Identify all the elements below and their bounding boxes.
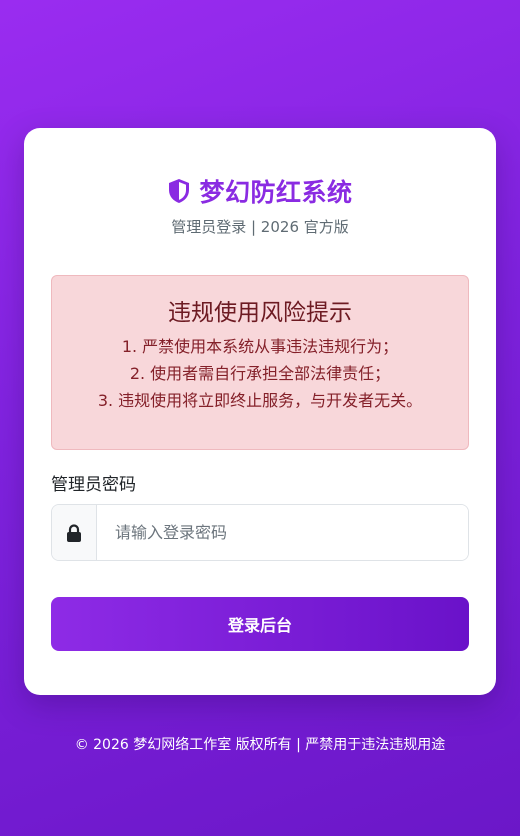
password-input-group [51, 504, 469, 561]
alert-body: 1. 严禁使用本系统从事违法违规行为； 2. 使用者需自行承担全部法律责任； 3… [52, 333, 468, 414]
alert-title: 违规使用风险提示 [168, 300, 352, 326]
login-button[interactable]: 登录后台 [51, 597, 469, 651]
app-title: 梦幻防红系统 [199, 178, 353, 207]
password-label: 管理员密码 [51, 475, 136, 495]
shield-icon [167, 178, 191, 204]
password-input[interactable] [97, 505, 468, 560]
alert-line: 3. 违规使用将立即终止服务，与开发者无关。 [97, 391, 423, 410]
brand-header: 梦幻防红系统 [24, 173, 496, 209]
risk-warning-alert: 违规使用风险提示 1. 严禁使用本系统从事违法违规行为； 2. 使用者需自行承担… [51, 275, 469, 450]
page-subtitle: 管理员登录 | 2026 官方版 [171, 218, 349, 236]
alert-line: 2. 使用者需自行承担全部法律责任； [129, 364, 391, 383]
login-card: 梦幻防红系统 管理员登录 | 2026 官方版 违规使用风险提示 1. 严禁使用… [24, 128, 496, 695]
lock-icon [52, 505, 97, 560]
alert-line: 1. 严禁使用本系统从事违法违规行为； [121, 337, 399, 356]
footer-copyright: © 2026 梦幻网络工作室 版权所有 | 严禁用于违法违规用途 [74, 737, 446, 753]
